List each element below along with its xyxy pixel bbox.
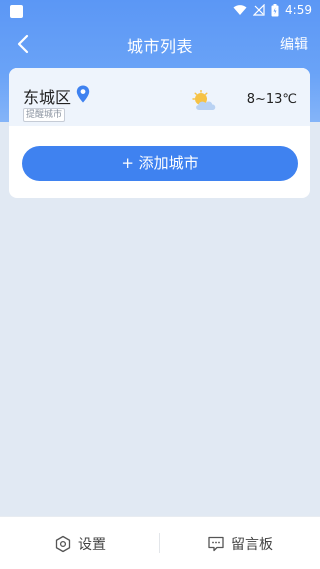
app-bar: 城市列表 编辑	[0, 24, 320, 64]
remind-city-tag: 提醒城市	[23, 108, 66, 122]
bottom-divider	[159, 533, 160, 553]
message-board-tab[interactable]: 留言板	[207, 517, 273, 569]
status-bar: 4:59	[0, 0, 320, 24]
message-icon	[208, 536, 224, 551]
city-list-item[interactable]: 东城区 提醒城市 8~13℃	[9, 68, 310, 126]
status-icons: 4:59	[233, 3, 312, 17]
page-title: 城市列表	[126, 37, 193, 56]
bottom-bar: 设置 留言板	[0, 516, 320, 569]
settings-tab[interactable]: 设置	[54, 517, 106, 569]
settings-icon	[55, 535, 71, 552]
temperature-range: 8~13℃	[246, 92, 297, 107]
city-name: 东城区	[23, 88, 72, 107]
edit-button[interactable]: 编辑	[280, 34, 308, 54]
notification-icon	[10, 5, 23, 18]
battery-icon	[271, 3, 279, 16]
status-time: 4:59	[285, 3, 312, 17]
wifi-icon	[233, 5, 247, 15]
settings-label: 设置	[78, 536, 106, 553]
location-pin-icon	[76, 85, 90, 103]
message-board-label: 留言板	[231, 536, 273, 553]
partly-cloudy-icon	[192, 90, 216, 110]
add-city-button[interactable]: + 添加城市	[22, 146, 298, 181]
city-list-screen: 4:59 城市列表 编辑 东城区 提醒城市 8~13℃ + 添加城市 设置 留言…	[0, 0, 320, 569]
city-list-card: 东城区 提醒城市 8~13℃ + 添加城市	[9, 68, 310, 198]
no-signal-icon	[253, 4, 265, 16]
